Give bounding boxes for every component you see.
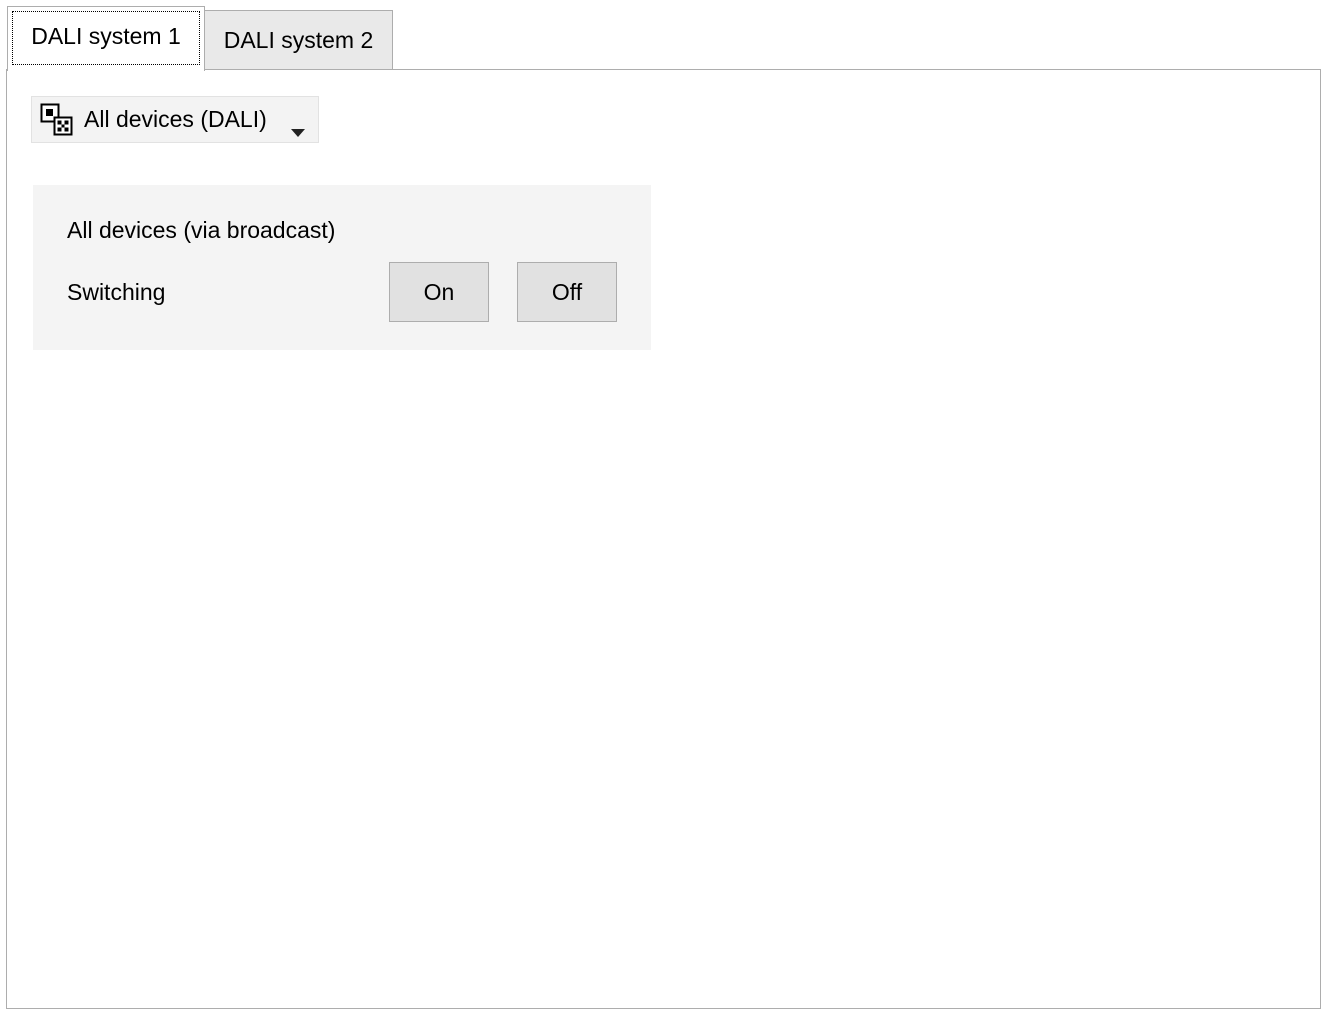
switching-label: Switching [67,279,166,305]
tab-strip: DALI system 1 DALI system 2 [0,0,1325,72]
card-title: All devices (via broadcast) [67,217,336,243]
device-group-icon [40,103,74,137]
on-button[interactable]: On [389,262,489,322]
tab-label: DALI system 2 [223,27,374,53]
device-selector-dropdown[interactable]: All devices (DALI) [31,96,319,143]
tab-label: DALI system 1 [31,22,181,49]
device-selector-value: All devices (DALI) [84,106,267,132]
tab-dali-system-2[interactable]: DALI system 2 [204,10,393,70]
chevron-down-icon [290,116,305,137]
tab-dali-system-1[interactable]: DALI system 1 [7,6,205,71]
broadcast-control-card: All devices (via broadcast) Switching On… [33,185,651,350]
off-button[interactable]: Off [517,262,617,322]
